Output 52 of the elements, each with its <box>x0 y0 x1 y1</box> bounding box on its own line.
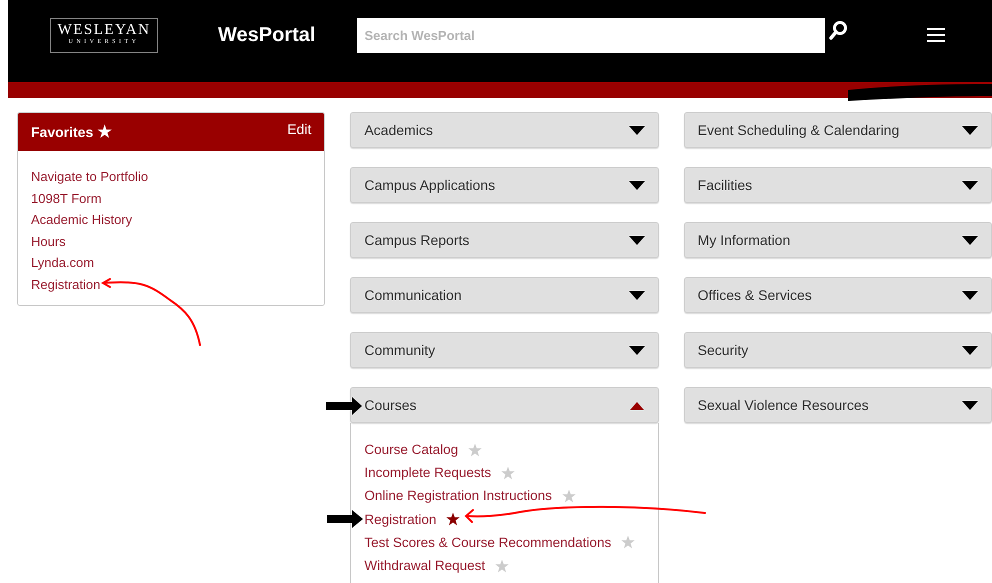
category-label: Academics <box>364 122 433 138</box>
star-icon: ★ <box>97 122 112 142</box>
category-header[interactable]: Community <box>350 332 659 368</box>
favorite-link[interactable]: Hours <box>31 230 66 252</box>
favorite-star-icon[interactable] <box>562 488 576 503</box>
category-label: Sexual Violence Resources <box>698 397 869 413</box>
favorite-link[interactable]: Academic History <box>31 209 132 231</box>
category-header[interactable]: Campus Applications <box>350 167 659 203</box>
category-label: Community <box>364 342 436 358</box>
category-header[interactable]: My Information <box>684 222 992 258</box>
category-header[interactable]: Facilities <box>684 167 992 203</box>
category-header[interactable]: Campus Reports <box>350 222 659 258</box>
category-header[interactable]: Security <box>684 332 992 368</box>
favorite-link[interactable]: Lynda.com <box>31 252 94 274</box>
category-label: Event Scheduling & Calendaring <box>698 122 900 138</box>
favorite-link[interactable]: Registration <box>31 274 100 296</box>
favorite-link[interactable]: Navigate to Portfolio <box>31 166 148 188</box>
category-label: Courses <box>364 397 416 413</box>
category-header[interactable]: Sexual Violence Resources <box>684 387 992 423</box>
category-label: My Information <box>698 232 790 248</box>
favorite-star-icon[interactable] <box>468 442 482 457</box>
menu-icon[interactable] <box>927 28 946 42</box>
favorite-link[interactable]: 1098T Form <box>31 188 102 210</box>
course-link[interactable]: Withdrawal Request <box>364 558 486 574</box>
category-label: Offices & Services <box>698 287 812 303</box>
favorite-star-icon[interactable] <box>501 466 516 480</box>
favorite-star-icon[interactable] <box>446 512 460 526</box>
category-label: Communication <box>364 287 462 303</box>
course-link[interactable]: Course Catalog <box>364 442 458 458</box>
portal-title: WesPortal <box>218 24 316 46</box>
category-header[interactable]: Academics <box>350 112 659 148</box>
course-link[interactable]: Test Scores & Course Recommendations <box>364 534 612 550</box>
category-header[interactable]: Event Scheduling & Calendaring <box>684 112 992 148</box>
category-label: Campus Applications <box>364 177 496 193</box>
annotation-arrow <box>326 397 362 415</box>
logo-text: WESLEYAN <box>58 23 150 38</box>
course-link[interactable]: Online Registration Instructions <box>364 488 552 504</box>
search-field[interactable]: Search WesPortal <box>357 18 826 52</box>
edit-link[interactable]: Edit <box>287 119 312 141</box>
course-link[interactable]: Registration <box>364 512 436 527</box>
category-header[interactable]: Offices & Services <box>684 277 992 313</box>
category-header[interactable]: Courses <box>350 387 659 423</box>
favorite-star-icon[interactable] <box>495 558 510 573</box>
course-link[interactable]: Incomplete Requests <box>364 465 492 480</box>
search-icon[interactable] <box>829 20 850 40</box>
favorites-title: Favorites <box>31 124 94 140</box>
category-label: Security <box>698 342 748 358</box>
category-label: Campus Reports <box>364 232 470 248</box>
favorite-star-icon[interactable] <box>621 535 636 550</box>
category-label: Facilities <box>698 177 752 193</box>
annotation-arrow <box>327 510 363 528</box>
category-header[interactable]: Communication <box>350 277 659 313</box>
